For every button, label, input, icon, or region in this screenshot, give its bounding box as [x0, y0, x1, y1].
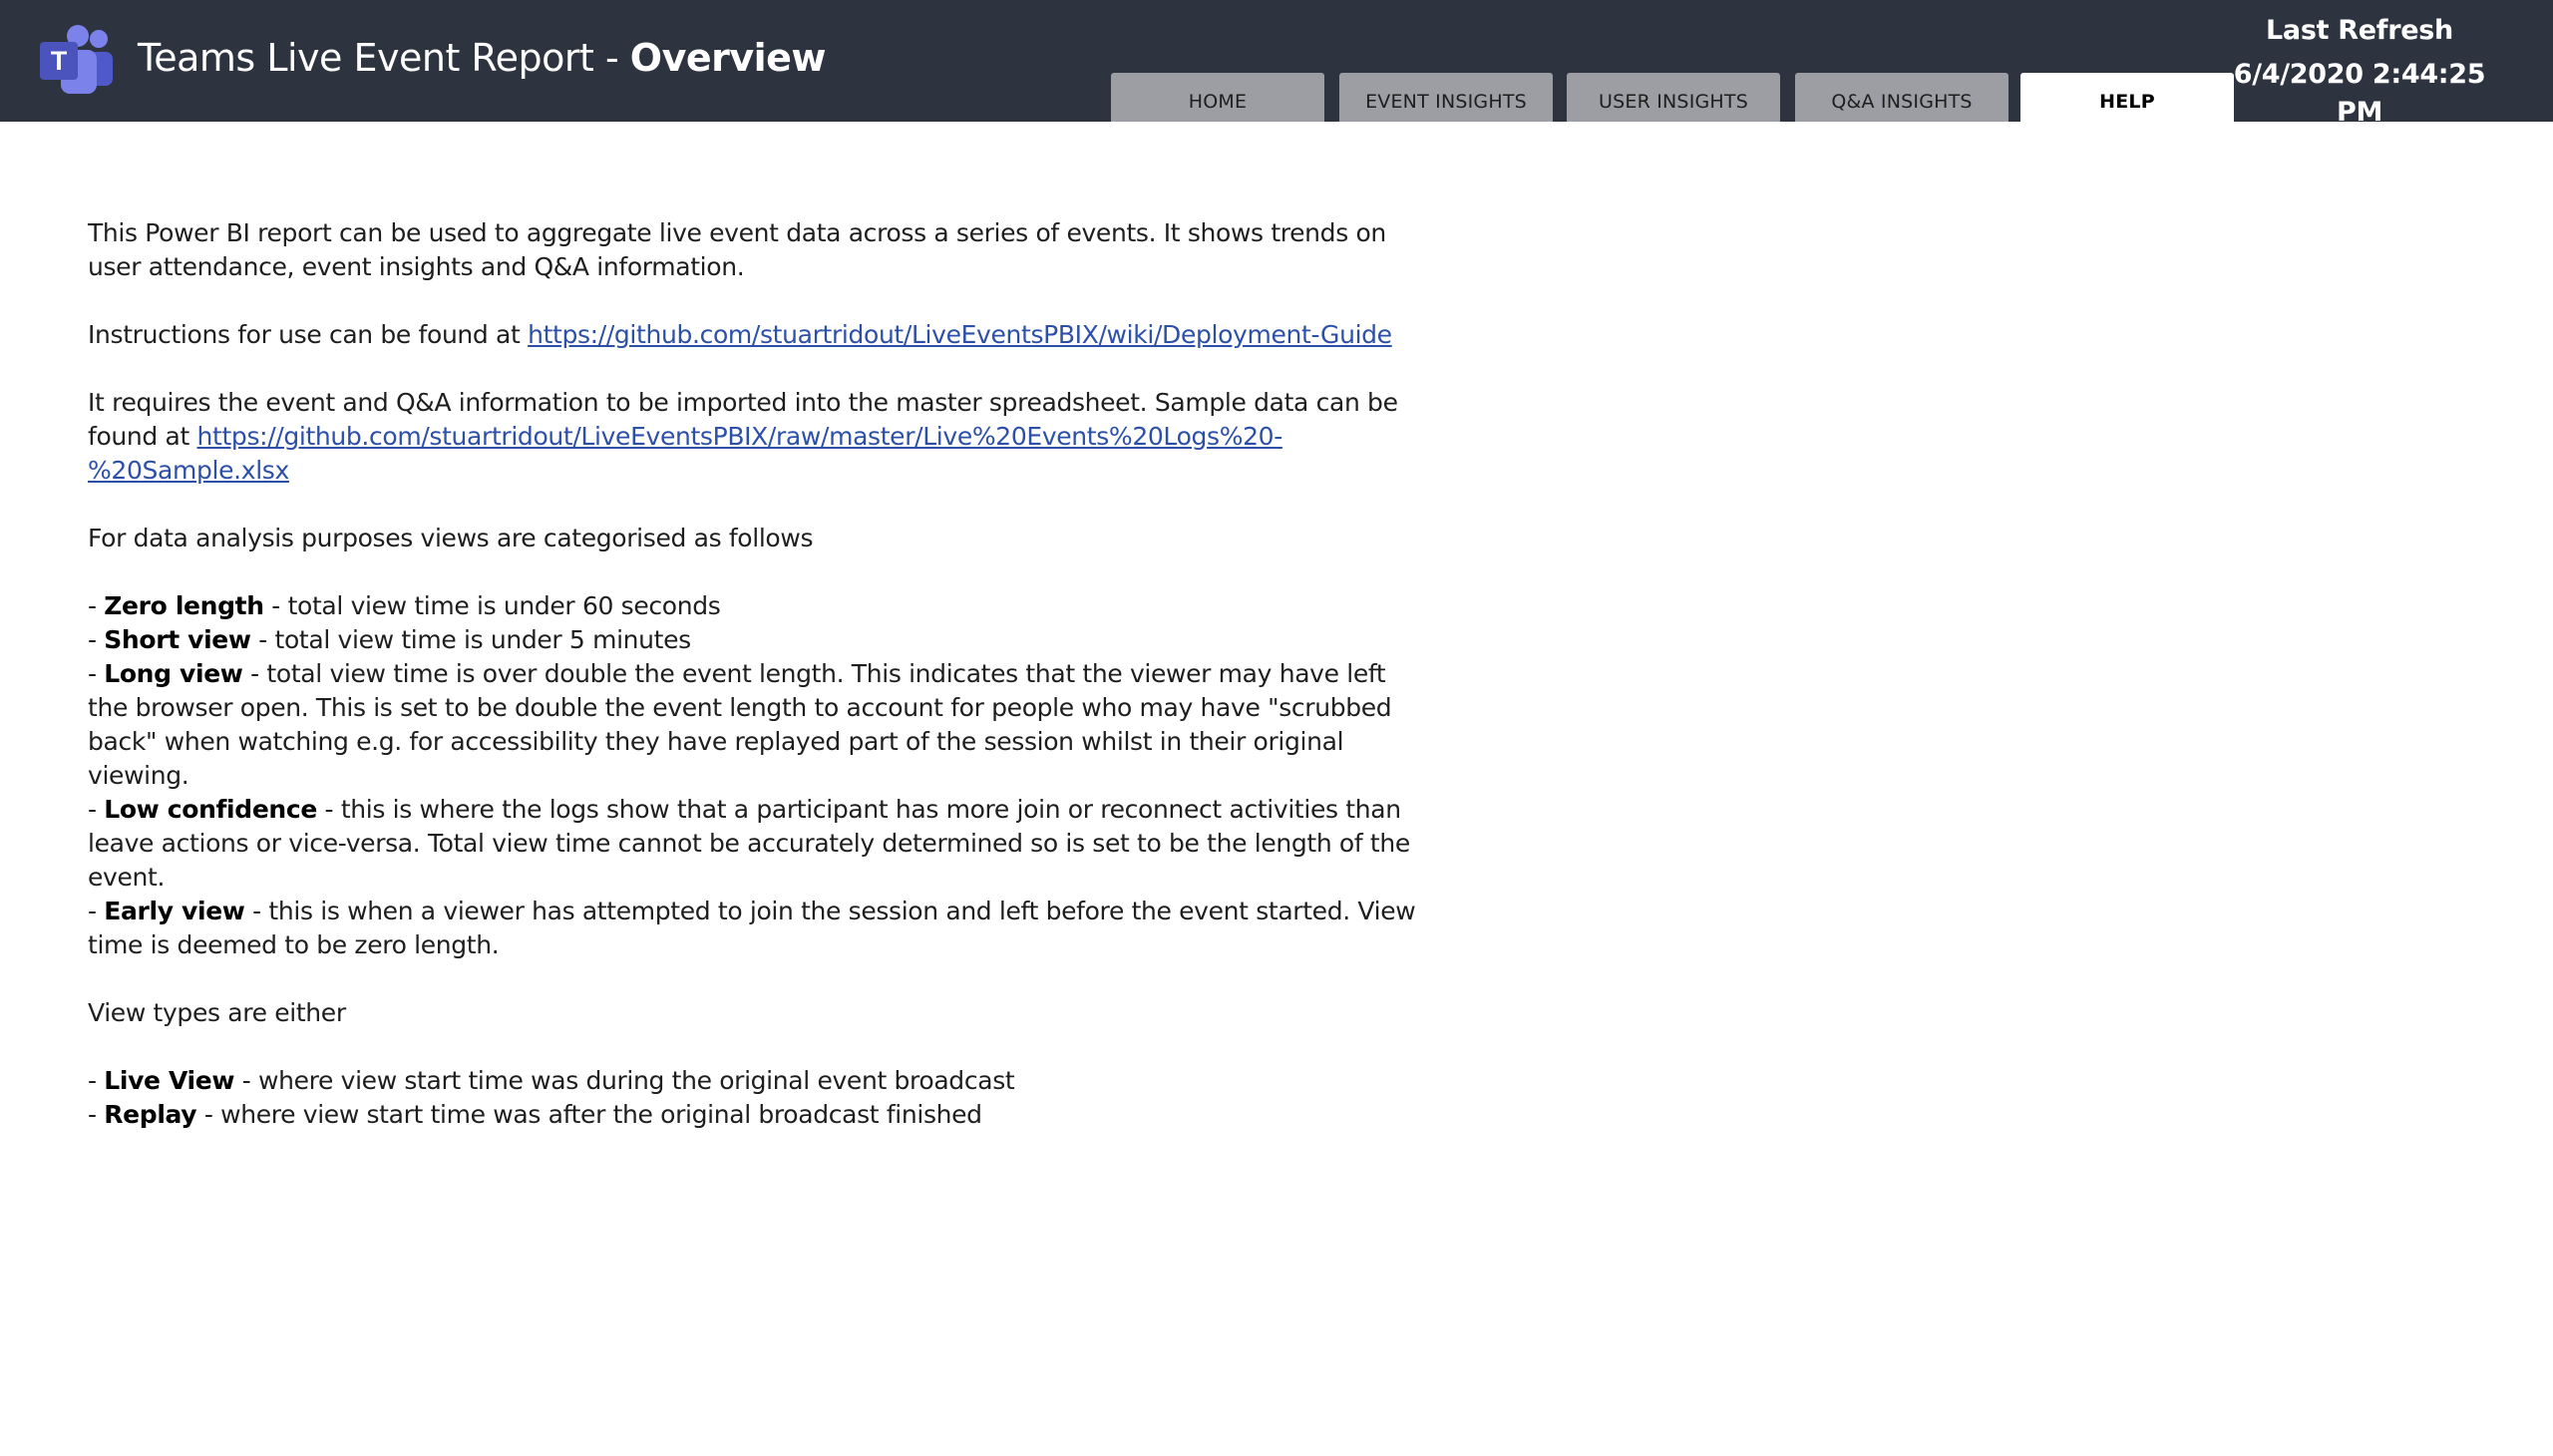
view-type-item: - Replay - where view start time was aft…: [88, 1100, 982, 1129]
tab-user-insights[interactable]: USER INSIGHTS: [1567, 73, 1780, 122]
view-type-term: Replay: [104, 1100, 197, 1129]
deployment-guide-link[interactable]: https://github.com/stuartridout/LiveEven…: [528, 320, 1392, 349]
instructions-text: Instructions for use can be found at: [88, 320, 529, 349]
tab-label: USER INSIGHTS: [1599, 91, 1748, 113]
category-desc: - total view time is under 60 seconds: [263, 591, 721, 620]
category-term: Zero length: [104, 591, 264, 620]
page-title-section: Overview: [629, 36, 827, 80]
last-refresh-value: 6/4/2020 2:44:25 PM: [2233, 59, 2486, 128]
category-term: Long view: [104, 659, 243, 688]
view-type-term: Live View: [104, 1066, 235, 1095]
category-desc: - this is when a viewer has attempted to…: [88, 897, 1416, 959]
category-item: - Early view - this is when a viewer has…: [88, 897, 1416, 959]
view-type-desc: - where view start time was during the o…: [234, 1066, 1015, 1095]
help-text-box: This Power BI report can be used to aggr…: [88, 216, 1424, 1132]
category-item: - Zero length - total view time is under…: [88, 591, 721, 620]
tab-label: HELP: [2099, 91, 2155, 113]
tab-label: Q&A INSIGHTS: [1831, 91, 1973, 113]
category-desc: - total view time is over double the eve…: [88, 659, 1392, 790]
tab-event-insights[interactable]: EVENT INSIGHTS: [1339, 73, 1553, 122]
view-type-item: - Live View - where view start time was …: [88, 1066, 1015, 1095]
categories-intro: For data analysis purposes views are cat…: [88, 524, 814, 552]
last-refresh-label: Last Refresh: [2266, 15, 2453, 46]
category-term: Early view: [104, 897, 245, 925]
view-types-intro: View types are either: [88, 998, 346, 1027]
tab-label: EVENT INSIGHTS: [1365, 91, 1527, 113]
category-term: Short view: [104, 625, 251, 654]
category-term: Low confidence: [104, 795, 317, 824]
microsoft-teams-logo-icon: T: [40, 25, 113, 94]
page-title-prefix: Teams Live Event Report -: [138, 36, 630, 80]
tab-label: HOME: [1188, 91, 1248, 113]
category-item: - Low confidence - this is where the log…: [88, 795, 1410, 892]
category-item: - Long view - total view time is over do…: [88, 659, 1392, 790]
sample-data-link[interactable]: https://github.com/stuartridout/LiveEven…: [88, 422, 1282, 485]
last-refresh: Last Refresh 6/4/2020 2:44:25 PM: [2210, 12, 2509, 132]
svg-text:T: T: [51, 46, 68, 76]
intro-paragraph: This Power BI report can be used to aggr…: [88, 218, 1386, 281]
requirements-paragraph: It requires the event and Q&A informatio…: [88, 386, 1424, 488]
instructions-paragraph: Instructions for use can be found at htt…: [88, 318, 1424, 352]
view-type-desc: - where view start time was after the or…: [196, 1100, 982, 1129]
category-desc: - total view time is under 5 minutes: [250, 625, 691, 654]
tab-help[interactable]: HELP: [2020, 73, 2234, 122]
tab-home[interactable]: HOME: [1111, 73, 1324, 122]
page-title: Teams Live Event Report - Overview: [138, 32, 827, 84]
tab-qa-insights[interactable]: Q&A INSIGHTS: [1795, 73, 2008, 122]
report-header: T Teams Live Event Report - Overview HOM…: [0, 0, 2553, 128]
category-item: - Short view - total view time is under …: [88, 625, 691, 654]
